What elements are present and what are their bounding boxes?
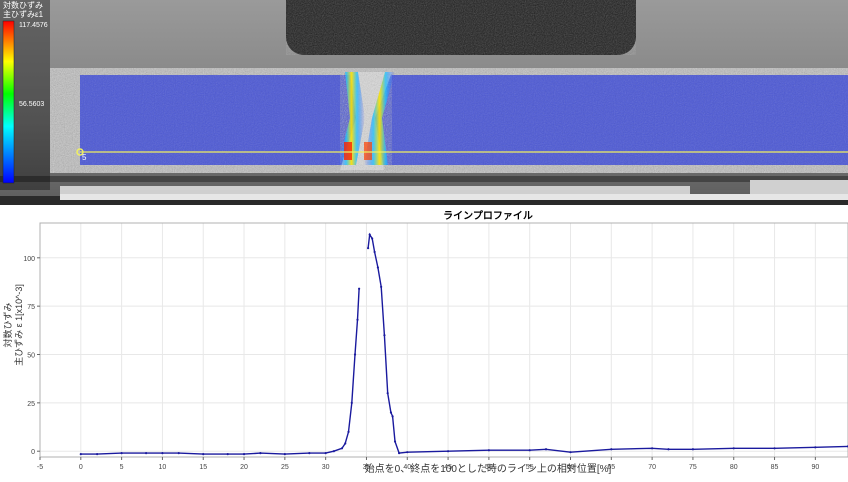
- data-point: [340, 447, 344, 450]
- chart-grid: [39, 223, 848, 457]
- chart-series: [79, 232, 848, 456]
- data-point: [391, 415, 394, 418]
- data-point: [344, 442, 347, 445]
- data-point: [358, 287, 361, 290]
- data-point: [96, 452, 99, 456]
- data-point: [226, 452, 229, 456]
- data-point: [386, 392, 389, 395]
- x-tick-label: 10: [159, 464, 167, 471]
- x-tick-label: 70: [648, 464, 656, 471]
- data-point: [350, 401, 353, 404]
- x-tick-label: 90: [811, 464, 819, 471]
- data-point: [324, 452, 327, 455]
- y-tick-label: 100: [23, 256, 35, 263]
- data-point: [398, 452, 401, 455]
- line-profile-svg: ラインプロファイル -5 0 5 10 15 20 25 30 35 40 45 50 55 60 65 70…: [2, 209, 848, 475]
- strain-image-panel: 5 対数ひずみ 主ひずみε1 117.4576 56.5603: [0, 0, 848, 205]
- data-point: [393, 440, 397, 443]
- data-point: [332, 450, 335, 453]
- data-point: [667, 448, 670, 451]
- y-axis-label-2: 主ひずみ ε 1[x10^-3]: [13, 284, 24, 366]
- data-point: [544, 448, 548, 451]
- data-point: [347, 430, 350, 433]
- data-point: [732, 447, 735, 450]
- data-point: [259, 452, 262, 455]
- data-point: [389, 411, 393, 414]
- data-point: [356, 318, 359, 321]
- data-point: [242, 452, 246, 456]
- data-point: [161, 452, 164, 455]
- data-point: [383, 334, 386, 337]
- x-tick-label: 20: [240, 464, 248, 471]
- data-point: [283, 452, 286, 456]
- chart-axes: -5 0 5 10 15 20 25 30 35 40 45 50 55 60 65 70 75 80 85 9002…: [23, 222, 848, 471]
- data-point: [487, 449, 490, 452]
- data-point: [406, 451, 409, 454]
- y-axis-label-1: 対数ひずみ: [2, 302, 13, 347]
- data-point: [366, 247, 370, 250]
- y-tick-label: 25: [27, 401, 35, 408]
- data-point: [651, 447, 654, 450]
- colorbar-mid-label: 56.5603: [19, 101, 44, 108]
- line-profile-chart: ラインプロファイル -5 0 5 10 15 20 25 30 35 40 45 50 55 60 65 70…: [0, 205, 848, 477]
- data-point: [569, 451, 572, 454]
- data-point: [371, 237, 374, 240]
- series-line: [80, 288, 360, 455]
- colorbar-gradient: [2, 20, 15, 184]
- x-axis-label: 始点を0、終点を100とした時のライン上の相対位置[%]: [365, 462, 612, 475]
- x-tick-label: 25: [281, 464, 289, 471]
- x-tick-label: 75: [689, 464, 697, 471]
- data-point: [79, 452, 82, 456]
- data-point: [373, 250, 376, 254]
- x-tick-label: 15: [199, 464, 207, 471]
- x-tick-label: 5: [120, 464, 124, 471]
- chart-title: ラインプロファイル: [443, 209, 533, 222]
- data-point: [353, 353, 357, 356]
- x-tick-label: 80: [730, 464, 738, 471]
- y-tick-label: 50: [27, 353, 35, 360]
- data-point: [308, 452, 311, 455]
- data-point: [610, 448, 613, 451]
- data-point: [145, 452, 148, 455]
- colorbar-title-2: 主ひずみε1: [3, 9, 44, 19]
- x-tick-label: 0: [79, 464, 83, 471]
- colorbar-title-1: 対数ひずみ: [3, 0, 43, 10]
- y-tick-label: 0: [31, 449, 35, 456]
- strain-image: 5 対数ひずみ 主ひずみε1 117.4576 56.5603: [0, 0, 848, 205]
- data-point: [376, 266, 379, 269]
- data-point: [528, 449, 531, 452]
- data-point: [368, 233, 371, 236]
- data-point: [814, 446, 817, 449]
- data-point: [177, 452, 180, 455]
- data-point: [380, 285, 383, 288]
- profile-point-label: 5: [82, 153, 87, 162]
- data-point: [773, 447, 776, 450]
- x-tick-label: 85: [771, 464, 779, 471]
- data-point: [446, 450, 450, 453]
- x-tick-label: 30: [322, 464, 330, 471]
- series-line: [367, 232, 848, 454]
- y-tick-label: 75: [27, 304, 35, 311]
- data-point: [120, 452, 123, 455]
- data-point: [202, 452, 205, 456]
- data-point: [691, 448, 695, 451]
- colorbar-max-label: 117.4576: [19, 22, 48, 29]
- x-tick-label: -5: [37, 464, 43, 471]
